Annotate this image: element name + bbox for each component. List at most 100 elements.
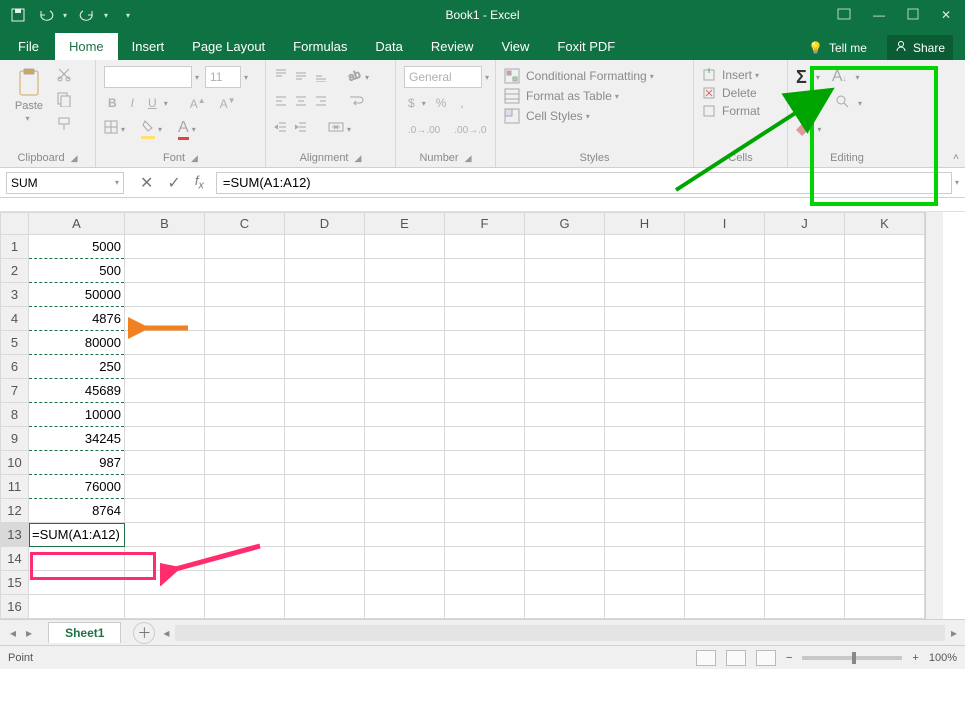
zoom-out-button[interactable]: − bbox=[786, 652, 792, 664]
cell-A5[interactable]: 80000 bbox=[29, 331, 125, 355]
col-header-I[interactable]: I bbox=[685, 213, 765, 235]
cell-B6[interactable] bbox=[125, 355, 205, 379]
number-format-combo[interactable] bbox=[404, 66, 482, 88]
cell-J9[interactable] bbox=[765, 427, 845, 451]
cell-F5[interactable] bbox=[445, 331, 525, 355]
tab-foxit-pdf[interactable]: Foxit PDF bbox=[543, 33, 629, 60]
cell-C4[interactable] bbox=[205, 307, 285, 331]
hscroll-left[interactable]: ◂ bbox=[163, 626, 175, 640]
cell-E11[interactable] bbox=[365, 475, 445, 499]
cell-B1[interactable] bbox=[125, 235, 205, 259]
col-header-J[interactable]: J bbox=[765, 213, 845, 235]
row-header-14[interactable]: 14 bbox=[1, 547, 29, 571]
cell-J3[interactable] bbox=[765, 283, 845, 307]
cell-C10[interactable] bbox=[205, 451, 285, 475]
cell-D16[interactable] bbox=[285, 595, 365, 619]
cell-E4[interactable] bbox=[365, 307, 445, 331]
cell-E14[interactable] bbox=[365, 547, 445, 571]
cell-G1[interactable] bbox=[525, 235, 605, 259]
cell-H5[interactable] bbox=[605, 331, 685, 355]
cell-B12[interactable] bbox=[125, 499, 205, 523]
align-center-icon[interactable] bbox=[294, 94, 308, 113]
sheet-tab-active[interactable]: Sheet1 bbox=[48, 622, 121, 643]
cell-B13[interactable] bbox=[125, 523, 205, 547]
tab-home[interactable]: Home bbox=[55, 33, 118, 60]
tab-insert[interactable]: Insert bbox=[118, 33, 179, 60]
tab-data[interactable]: Data bbox=[361, 33, 416, 60]
cell-F9[interactable] bbox=[445, 427, 525, 451]
conditional-formatting-button[interactable]: Conditional Formatting▾ bbox=[504, 68, 685, 84]
zoom-slider[interactable] bbox=[802, 656, 902, 660]
minimize-icon[interactable]: — bbox=[873, 8, 885, 23]
cell-I12[interactable] bbox=[685, 499, 765, 523]
cell-J15[interactable] bbox=[765, 571, 845, 595]
number-launcher[interactable]: ◢ bbox=[465, 153, 472, 164]
cell-D14[interactable] bbox=[285, 547, 365, 571]
cell-B4[interactable] bbox=[125, 307, 205, 331]
decrease-font-button[interactable]: A▼ bbox=[216, 94, 240, 113]
cell-K6[interactable] bbox=[845, 355, 925, 379]
tab-formulas[interactable]: Formulas bbox=[279, 33, 361, 60]
row-header-12[interactable]: 12 bbox=[1, 499, 29, 523]
cut-icon[interactable] bbox=[56, 66, 72, 87]
align-middle-icon[interactable] bbox=[294, 68, 308, 87]
tell-me[interactable]: 💡 Tell me bbox=[800, 36, 875, 60]
view-normal-icon[interactable] bbox=[696, 650, 716, 666]
cell-H12[interactable] bbox=[605, 499, 685, 523]
cell-H14[interactable] bbox=[605, 547, 685, 571]
cell-E9[interactable] bbox=[365, 427, 445, 451]
cell-K9[interactable] bbox=[845, 427, 925, 451]
cell-J4[interactable] bbox=[765, 307, 845, 331]
cell-K5[interactable] bbox=[845, 331, 925, 355]
cell-K14[interactable] bbox=[845, 547, 925, 571]
cell-A14[interactable] bbox=[29, 547, 125, 571]
format-painter-icon[interactable] bbox=[56, 116, 72, 137]
font-size-combo[interactable] bbox=[205, 66, 241, 88]
share-button[interactable]: Share bbox=[887, 35, 953, 60]
cell-B11[interactable] bbox=[125, 475, 205, 499]
select-all-cell[interactable] bbox=[1, 213, 29, 235]
cell-D12[interactable] bbox=[285, 499, 365, 523]
cell-H6[interactable] bbox=[605, 355, 685, 379]
cell-I4[interactable] bbox=[685, 307, 765, 331]
horizontal-scrollbar[interactable] bbox=[175, 625, 945, 641]
cell-D10[interactable] bbox=[285, 451, 365, 475]
cell-K2[interactable] bbox=[845, 259, 925, 283]
cell-G14[interactable] bbox=[525, 547, 605, 571]
cell-I9[interactable] bbox=[685, 427, 765, 451]
cell-F12[interactable] bbox=[445, 499, 525, 523]
cell-C11[interactable] bbox=[205, 475, 285, 499]
fill-color-button[interactable] bbox=[141, 119, 155, 139]
cell-A10[interactable]: 987 bbox=[29, 451, 125, 475]
tab-review[interactable]: Review bbox=[417, 33, 488, 60]
cell-D8[interactable] bbox=[285, 403, 365, 427]
cell-H9[interactable] bbox=[605, 427, 685, 451]
cell-A4[interactable]: 4876 bbox=[29, 307, 125, 331]
cell-G8[interactable] bbox=[525, 403, 605, 427]
row-header-11[interactable]: 11 bbox=[1, 475, 29, 499]
cell-H11[interactable] bbox=[605, 475, 685, 499]
insert-cells-button[interactable]: Insert▾ bbox=[702, 68, 779, 82]
copy-icon[interactable] bbox=[56, 91, 72, 112]
delete-cells-button[interactable]: Delete bbox=[702, 86, 779, 100]
col-header-A[interactable]: A bbox=[29, 213, 125, 235]
increase-indent-icon[interactable] bbox=[294, 120, 308, 139]
sort-filter-button[interactable]: A↓ bbox=[832, 68, 847, 86]
cell-E15[interactable] bbox=[365, 571, 445, 595]
cell-I2[interactable] bbox=[685, 259, 765, 283]
cell-C3[interactable] bbox=[205, 283, 285, 307]
redo-dropdown[interactable]: ▾ bbox=[104, 11, 108, 20]
cell-B14[interactable] bbox=[125, 547, 205, 571]
col-header-K[interactable]: K bbox=[845, 213, 925, 235]
cell-E12[interactable] bbox=[365, 499, 445, 523]
expand-formula-bar[interactable]: ▾ bbox=[955, 178, 965, 187]
ribbon-display-icon[interactable] bbox=[837, 8, 851, 23]
cell-C5[interactable] bbox=[205, 331, 285, 355]
cell-C6[interactable] bbox=[205, 355, 285, 379]
cell-C13[interactable] bbox=[205, 523, 285, 547]
cell-F8[interactable] bbox=[445, 403, 525, 427]
row-header-5[interactable]: 5 bbox=[1, 331, 29, 355]
cell-D15[interactable] bbox=[285, 571, 365, 595]
row-header-7[interactable]: 7 bbox=[1, 379, 29, 403]
row-header-6[interactable]: 6 bbox=[1, 355, 29, 379]
